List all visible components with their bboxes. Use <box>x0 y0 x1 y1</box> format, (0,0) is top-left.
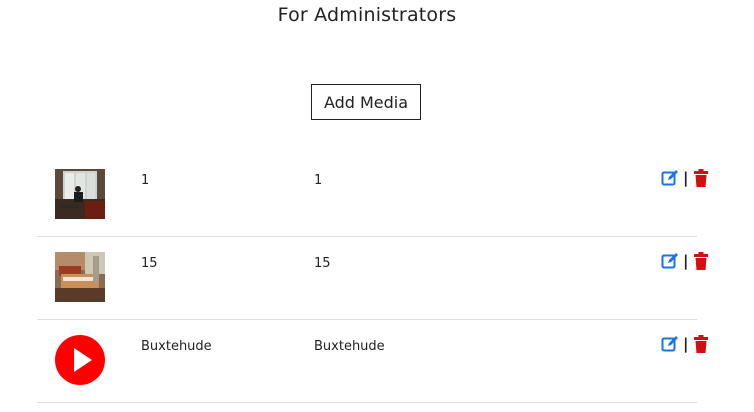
edit-icon[interactable] <box>661 169 679 187</box>
row-name: 15 <box>141 256 158 271</box>
row-actions: | <box>661 334 710 354</box>
action-separator: | <box>683 169 689 187</box>
row-name: 1 <box>141 173 150 188</box>
photo-harpsichord-room-icon[interactable] <box>55 252 105 302</box>
row-title: 1 <box>314 173 323 188</box>
row-title: 15 <box>314 256 331 271</box>
delete-icon[interactable] <box>692 335 710 353</box>
edit-icon[interactable] <box>661 335 679 353</box>
row-name: Buxtehude <box>141 339 212 354</box>
row-title: Buxtehude <box>314 339 385 354</box>
row-actions: | <box>661 251 710 271</box>
table-row: 1 1 | <box>37 154 709 237</box>
action-separator: | <box>683 252 689 270</box>
row-actions: | <box>661 168 710 188</box>
delete-icon[interactable] <box>692 169 710 187</box>
action-separator: | <box>683 335 689 353</box>
play-icon[interactable] <box>55 335 105 385</box>
edit-icon[interactable] <box>661 252 679 270</box>
add-media-button[interactable]: Add Media <box>311 84 421 120</box>
page-title: For Administrators <box>277 4 457 26</box>
delete-icon[interactable] <box>692 252 710 270</box>
table-row: 15 15 | <box>37 237 709 320</box>
table-row: Buxtehude Buxtehude | <box>37 320 709 403</box>
photo-person-window-icon[interactable] <box>55 169 105 219</box>
